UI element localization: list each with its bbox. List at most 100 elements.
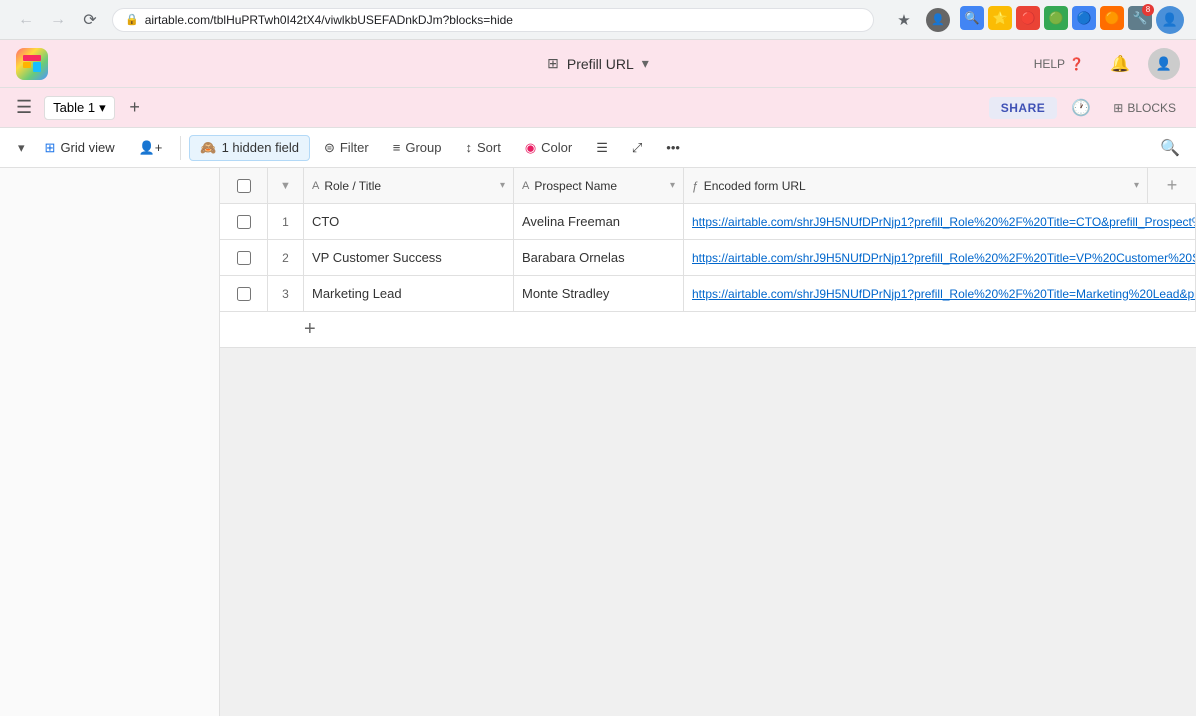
row2-prospect-cell[interactable]: Barabara Ornelas	[514, 240, 684, 275]
ext-blue[interactable]: 🔵	[1072, 6, 1096, 30]
row2-url-cell[interactable]: https://airtable.com/shrJ9H5NUfDPrNjp1?p…	[684, 240, 1196, 275]
group-button[interactable]: ≡ Group	[383, 136, 452, 159]
browser-chrome: ← → ⟳ 🔒 airtable.com/tblHuPRTwh0I42tX4/v…	[0, 0, 1196, 40]
row3-prospect-cell[interactable]: Monte Stradley	[514, 276, 684, 311]
lock-icon: 🔒	[125, 13, 139, 26]
row2-role: VP Customer Success	[312, 250, 442, 265]
row1-url-cell[interactable]: https://airtable.com/shrJ9H5NUfDPrNjp1?p…	[684, 204, 1196, 239]
row2-num: 2	[268, 240, 304, 275]
row3-prospect: Monte Stradley	[522, 286, 609, 301]
ext-search[interactable]: 🔍	[960, 6, 984, 30]
hidden-fields-icon: 🙈	[200, 140, 216, 156]
blocks-icon: ⊞	[1113, 101, 1123, 115]
url-text: airtable.com/tblHuPRTwh0I42tX4/viwlkbUSE…	[145, 13, 513, 27]
toolbar-right: SHARE 🕐 ⊞ BLOCKS	[989, 92, 1184, 124]
row-expand-icon: ▼	[280, 180, 291, 192]
col-url-dropdown[interactable]: ▾	[1134, 180, 1139, 191]
ext-star[interactable]: ⭐	[988, 6, 1012, 30]
col-header-url[interactable]: ƒ Encoded form URL ▾	[684, 168, 1148, 203]
notifications-button[interactable]: 🔔	[1104, 48, 1136, 80]
main-layout: ▼ A Role / Title ▾ A Prospect Name ▾ ƒ E…	[0, 168, 1196, 716]
text-icon-role: A	[312, 180, 319, 192]
row2-role-cell[interactable]: VP Customer Success	[304, 240, 514, 275]
color-button[interactable]: ◉ Color	[515, 136, 582, 160]
row2-prospect: Barabara Ornelas	[522, 250, 625, 265]
hidden-fields-button[interactable]: 🙈 1 hidden field	[189, 135, 310, 161]
empty-area	[220, 348, 1196, 716]
add-row-button[interactable]: +	[220, 312, 1196, 348]
row3-url-cell[interactable]: https://airtable.com/shrJ9H5NUfDPrNjp1?p…	[684, 276, 1196, 311]
grid-icon: ⊞	[45, 140, 56, 156]
blocks-label: BLOCKS	[1127, 101, 1176, 115]
filter-button[interactable]: ⊜ Filter	[314, 136, 379, 160]
title-dropdown-icon[interactable]: ▾	[642, 55, 649, 72]
nav-buttons: ← → ⟳	[12, 6, 104, 34]
sort-button[interactable]: ↕ Sort	[455, 136, 510, 159]
table-row: 3 Marketing Lead Monte Stradley https://…	[220, 276, 1196, 312]
bookmarks-button[interactable]: ★	[890, 6, 918, 34]
table-icon: ⊞	[547, 55, 559, 72]
help-label: HELP	[1034, 57, 1065, 71]
row3-checkbox[interactable]	[237, 287, 251, 301]
table-toolbar: ☰ Table 1 ▾ + SHARE 🕐 ⊞ BLOCKS	[0, 88, 1196, 128]
ext-green[interactable]: 🟢	[1044, 6, 1068, 30]
app-header: ⊞ Prefill URL ▾ HELP ❓ 🔔 👤	[0, 40, 1196, 88]
col-header-role[interactable]: A Role / Title ▾	[304, 168, 514, 203]
add-table-button[interactable]: +	[123, 96, 147, 120]
col-role-dropdown[interactable]: ▾	[500, 180, 505, 191]
reload-button[interactable]: ⟳	[76, 6, 104, 34]
row1-url: https://airtable.com/shrJ9H5NUfDPrNjp1?p…	[692, 215, 1196, 229]
table-name-tag[interactable]: Table 1 ▾	[44, 96, 114, 120]
group-icon: ≡	[393, 140, 401, 155]
select-all-checkbox[interactable]	[237, 179, 251, 193]
view-name-label: Grid view	[60, 140, 114, 155]
user-avatar[interactable]: 👤	[1148, 48, 1180, 80]
forward-button[interactable]: →	[44, 6, 72, 34]
row2-checkbox-cell[interactable]	[220, 240, 268, 275]
expand-button[interactable]: ⤢	[622, 136, 652, 160]
row1-role-cell[interactable]: CTO	[304, 204, 514, 239]
header-row-num: ▼	[268, 168, 304, 203]
grid-view-button[interactable]: ⊞ Grid view	[35, 136, 125, 160]
hamburger-menu[interactable]: ☰	[12, 93, 36, 122]
history-button[interactable]: 🕐	[1065, 92, 1097, 124]
address-bar[interactable]: 🔒 airtable.com/tblHuPRTwh0I42tX4/viwlkbU…	[112, 8, 874, 32]
search-button[interactable]: 🔍	[1156, 134, 1184, 162]
col-prospect-dropdown[interactable]: ▾	[670, 180, 675, 191]
ext-red[interactable]: 🔴	[1016, 6, 1040, 30]
add-view-button[interactable]: 👤+	[129, 136, 173, 160]
table-name: Table 1	[53, 100, 95, 115]
airtable-logo-icon	[22, 54, 42, 74]
more-icon: •••	[666, 140, 680, 155]
table-grid-wrapper[interactable]: ▼ A Role / Title ▾ A Prospect Name ▾ ƒ E…	[220, 168, 1196, 716]
more-options-button[interactable]: •••	[656, 136, 690, 159]
header-checkbox-cell[interactable]	[220, 168, 268, 203]
left-sidebar	[0, 168, 220, 716]
back-button[interactable]: ←	[12, 6, 40, 34]
share-button[interactable]: SHARE	[989, 97, 1058, 119]
browser-actions: ★ 👤	[890, 6, 952, 34]
row-height-button[interactable]: ☰	[586, 136, 618, 160]
user-profile-button[interactable]: 👤	[1156, 6, 1184, 34]
view-toggle-button[interactable]: ▾	[12, 136, 31, 160]
row1-prospect-cell[interactable]: Avelina Freeman	[514, 204, 684, 239]
col-header-prospect[interactable]: A Prospect Name ▾	[514, 168, 684, 203]
ext-badge[interactable]: 🔧8	[1128, 6, 1152, 30]
row3-role-cell[interactable]: Marketing Lead	[304, 276, 514, 311]
table-header-row: ▼ A Role / Title ▾ A Prospect Name ▾ ƒ E…	[220, 168, 1196, 204]
help-button[interactable]: HELP ❓	[1026, 53, 1092, 75]
app-logo[interactable]	[16, 48, 48, 80]
sort-icon: ↕	[465, 140, 472, 155]
profile-menu-button[interactable]: 👤	[924, 6, 952, 34]
row1-checkbox-cell[interactable]	[220, 204, 268, 239]
row3-checkbox-cell[interactable]	[220, 276, 268, 311]
row2-checkbox[interactable]	[237, 251, 251, 265]
table-row: 2 VP Customer Success Barabara Ornelas h…	[220, 240, 1196, 276]
ext-orange[interactable]: 🟠	[1100, 6, 1124, 30]
row2-url: https://airtable.com/shrJ9H5NUfDPrNjp1?p…	[692, 251, 1196, 265]
col-prospect-label: Prospect Name	[534, 179, 617, 193]
group-label: Group	[405, 140, 441, 155]
blocks-button[interactable]: ⊞ BLOCKS	[1105, 92, 1184, 124]
row1-checkbox[interactable]	[237, 215, 251, 229]
add-column-button[interactable]: +	[1148, 175, 1196, 196]
